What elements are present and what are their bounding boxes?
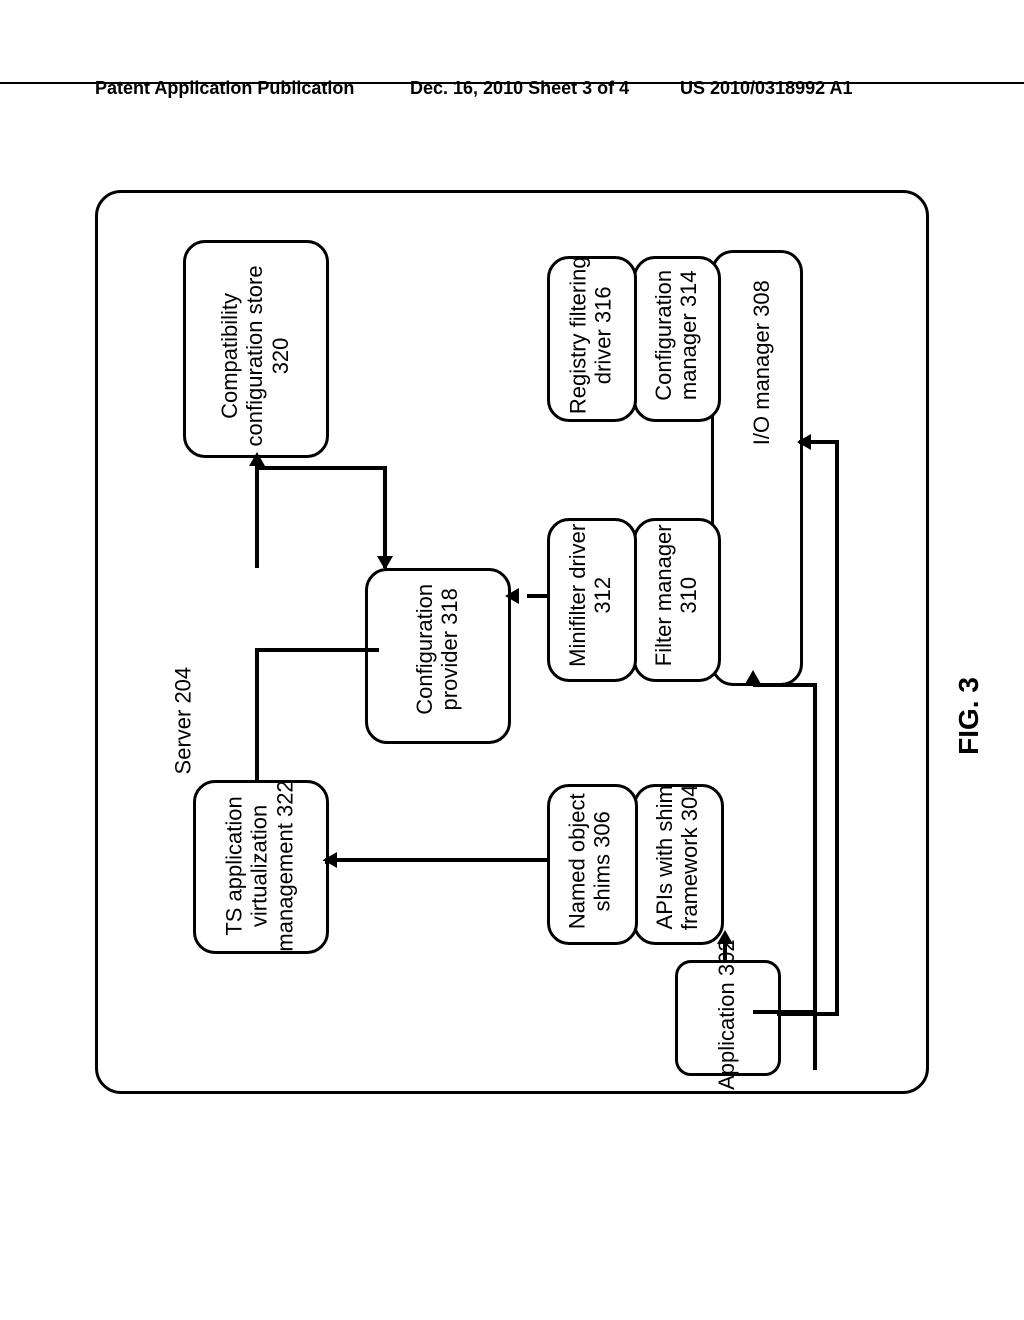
label-config-provider: Configuration provider 318 <box>412 562 463 737</box>
figure-canvas: Server 204 Application 302 APIs with shi… <box>95 190 925 1090</box>
label-registry-filter: Registry filtering driver 316 <box>566 245 617 425</box>
label-minifilter: Minifilter driver 312 <box>565 508 616 683</box>
header-left: Patent Application Publication <box>95 78 354 99</box>
label-ts-app: TS application virtualization management… <box>222 773 298 958</box>
figure-label: FIG. 3 <box>953 677 985 755</box>
label-apis: APIs with shim framework 304 <box>652 770 703 945</box>
header-right: US 2010/0318992 A1 <box>680 78 852 99</box>
label-filter-manager: Filter manager 310 <box>651 508 702 683</box>
server-label: Server 204 <box>170 651 195 791</box>
label-config-manager: Configuration manager 314 <box>651 248 702 423</box>
label-named-object: Named object shims 306 <box>565 776 616 946</box>
label-io-manager: I/O manager 308 <box>749 270 774 455</box>
header-middle: Dec. 16, 2010 Sheet 3 of 4 <box>410 78 629 99</box>
label-compat-store: Compatibility configuration store 320 <box>217 251 293 461</box>
